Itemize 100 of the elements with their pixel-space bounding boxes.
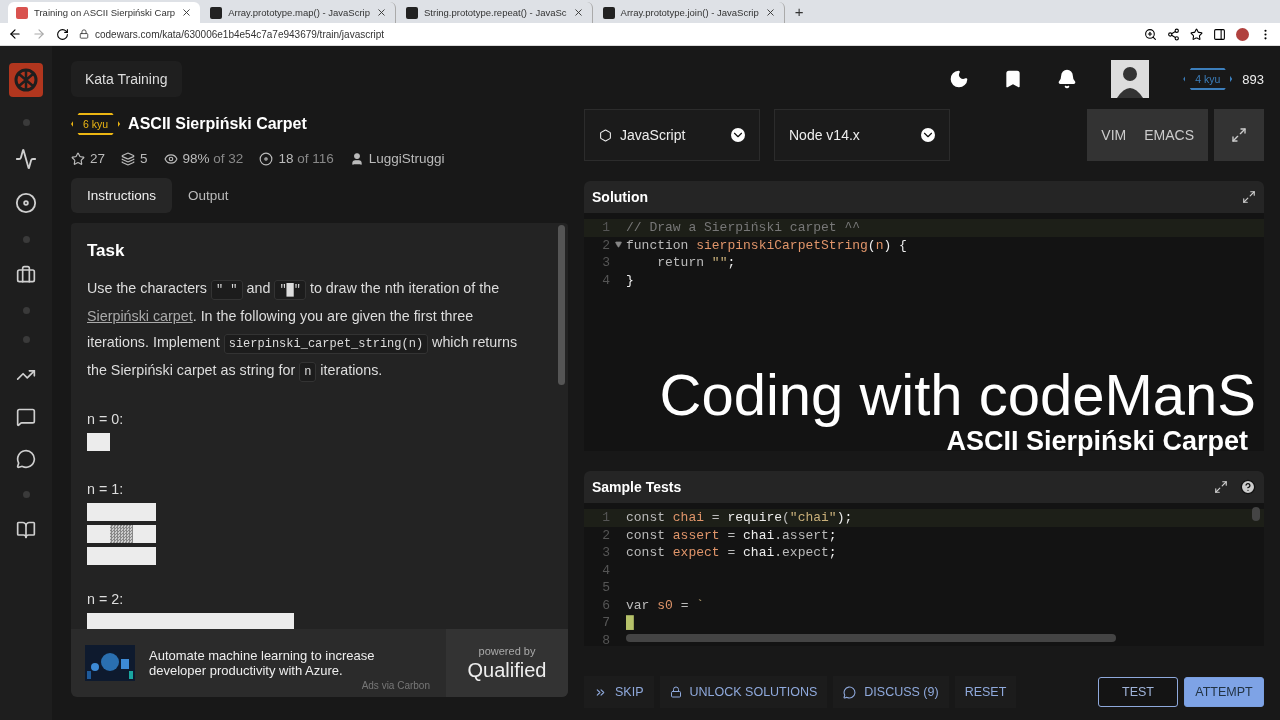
moon-icon[interactable] <box>949 69 970 89</box>
fold-arrow-icon[interactable] <box>614 240 622 248</box>
completed-count: 18 of 116 <box>278 151 334 166</box>
video-title: Coding with codeManS <box>659 364 1256 426</box>
code-line: // Draw a Sierpiński carpet ^^ <box>626 220 861 236</box>
section-heading: Task <box>87 241 126 261</box>
powered-by-label: powered by <box>478 644 536 657</box>
code-line: function sierpinskiCarpetString(n) { <box>626 237 907 253</box>
share-icon[interactable] <box>1167 27 1180 41</box>
line-number: 1 <box>601 220 610 236</box>
bell-icon[interactable] <box>1057 69 1078 89</box>
example-label: n = 0: <box>87 411 125 427</box>
chat-icon[interactable] <box>16 407 36 427</box>
carpet-link[interactable]: Sierpiński carpet <box>87 308 193 324</box>
profile-avatar[interactable] <box>1236 27 1249 41</box>
line-number: 7 <box>601 615 610 631</box>
back-icon[interactable] <box>8 27 22 41</box>
action-button[interactable]: UNLOCK SOLUTIONS <box>659 676 828 708</box>
favicon-icon <box>210 6 223 19</box>
tab[interactable]: Instructions <box>71 178 173 213</box>
scrollbar[interactable] <box>626 634 1116 642</box>
collections-count: 5 <box>140 151 148 166</box>
code-line: const chai = require("chai"); <box>626 510 853 526</box>
version-dropdown[interactable]: Node v14.x <box>774 109 950 161</box>
scrollbar[interactable] <box>558 225 565 385</box>
layers-icon <box>121 151 136 166</box>
user-icon <box>349 151 364 166</box>
panel-title: Sample Tests <box>592 479 683 495</box>
star-icon <box>71 151 85 166</box>
logo-icon[interactable] <box>9 63 43 97</box>
code-line: var s0 = ` <box>626 597 705 613</box>
tab[interactable]: Output <box>172 178 245 213</box>
author-name[interactable]: LuggiStruggi <box>368 151 445 166</box>
favicon-icon <box>406 6 418 19</box>
line-number: 2 <box>601 237 610 253</box>
close-icon[interactable] <box>181 7 193 18</box>
satisfaction-rating: 98% of 32 <box>182 151 244 166</box>
example-label: n = 2: <box>87 591 125 607</box>
language-dropdown[interactable]: JavaScript <box>584 109 760 161</box>
close-icon[interactable] <box>764 7 776 18</box>
editor-mode-button[interactable]: VIM <box>1097 123 1131 147</box>
nav-dot <box>22 336 30 343</box>
line-number: 4 <box>601 272 610 288</box>
eye-icon <box>163 151 178 166</box>
example-label: n = 1: <box>87 481 125 497</box>
reload-icon[interactable] <box>56 27 69 41</box>
line-number: 3 <box>601 255 610 271</box>
kata-title: ASCII Sierpiński Carpet <box>128 115 307 133</box>
user-avatar[interactable] <box>1111 60 1150 98</box>
close-icon[interactable] <box>572 7 584 18</box>
scrollbar[interactable] <box>1252 507 1260 521</box>
new-tab-button[interactable]: + <box>786 3 812 20</box>
rank-badge: 4 kyu <box>1183 68 1233 90</box>
ad-text[interactable]: Automate machine learning to increase developer productivity with Azure. <box>149 648 432 678</box>
chat-icon <box>843 685 857 699</box>
line-number: 3 <box>601 545 610 561</box>
browser-tab[interactable]: Training on ASCII Sierpiński Carp <box>8 2 201 23</box>
zoom-icon[interactable] <box>1144 27 1157 41</box>
chevron-down-icon <box>921 128 935 142</box>
help-icon[interactable] <box>1240 479 1256 495</box>
side-panel-icon[interactable] <box>1213 27 1226 41</box>
expand-icon[interactable] <box>1214 480 1228 494</box>
nav-dot <box>22 491 30 498</box>
lock-icon <box>79 29 89 39</box>
action-button[interactable]: DISCUSS (9) <box>833 676 949 708</box>
code-line: const expect = chai.expect; <box>626 545 837 561</box>
task-description: Use the characters " " and "█" to draw the nth iteration of the Sierpiński carpet. In the following you are given the first three iterations. Implement sierpinski_carpet_string(n) which returns the Sierpiński carpet as string for n iterations. <box>87 275 538 385</box>
favicon-icon <box>602 6 615 19</box>
line-number: 1 <box>601 510 610 526</box>
nav-dot <box>22 236 30 243</box>
action-button[interactable]: RESET <box>954 676 1017 708</box>
page-title: Kata Training <box>71 61 182 97</box>
lock-icon <box>669 686 682 698</box>
expand-icon[interactable] <box>1242 190 1256 204</box>
panel-title: Solution <box>592 189 649 205</box>
close-icon[interactable] <box>376 7 387 18</box>
favicon-icon <box>16 6 28 19</box>
carpet-drawing <box>87 503 156 565</box>
nav-dot <box>22 119 30 126</box>
speech-bubbles-icon[interactable] <box>16 449 36 469</box>
attempt-button[interactable]: ATTEMPT <box>1184 677 1264 707</box>
book-icon[interactable] <box>16 520 36 540</box>
honor-count: 893 <box>1242 71 1264 87</box>
carpet-drawing <box>87 433 110 451</box>
target-icon <box>259 151 274 166</box>
video-subtitle: ASCII Sierpiński Carpet <box>946 426 1248 457</box>
line-number: 4 <box>601 562 610 578</box>
test-button[interactable]: TEST <box>1098 677 1178 707</box>
star-icon[interactable] <box>1190 27 1203 41</box>
briefcase-icon[interactable] <box>16 265 36 285</box>
editor-mode-button[interactable]: EMACS <box>1140 123 1198 147</box>
chevron-down-icon <box>731 128 745 142</box>
line-number: 2 <box>601 527 610 543</box>
code-line: const assert = chai.assert; <box>626 527 837 543</box>
hexagon-icon <box>599 128 612 142</box>
code-line: return ""; <box>656 255 736 271</box>
expand-icon <box>1231 127 1247 143</box>
action-button[interactable]: SKIP <box>584 676 654 708</box>
brand-logo[interactable]: Qualified <box>467 658 547 682</box>
line-number: 8 <box>601 632 610 646</box>
